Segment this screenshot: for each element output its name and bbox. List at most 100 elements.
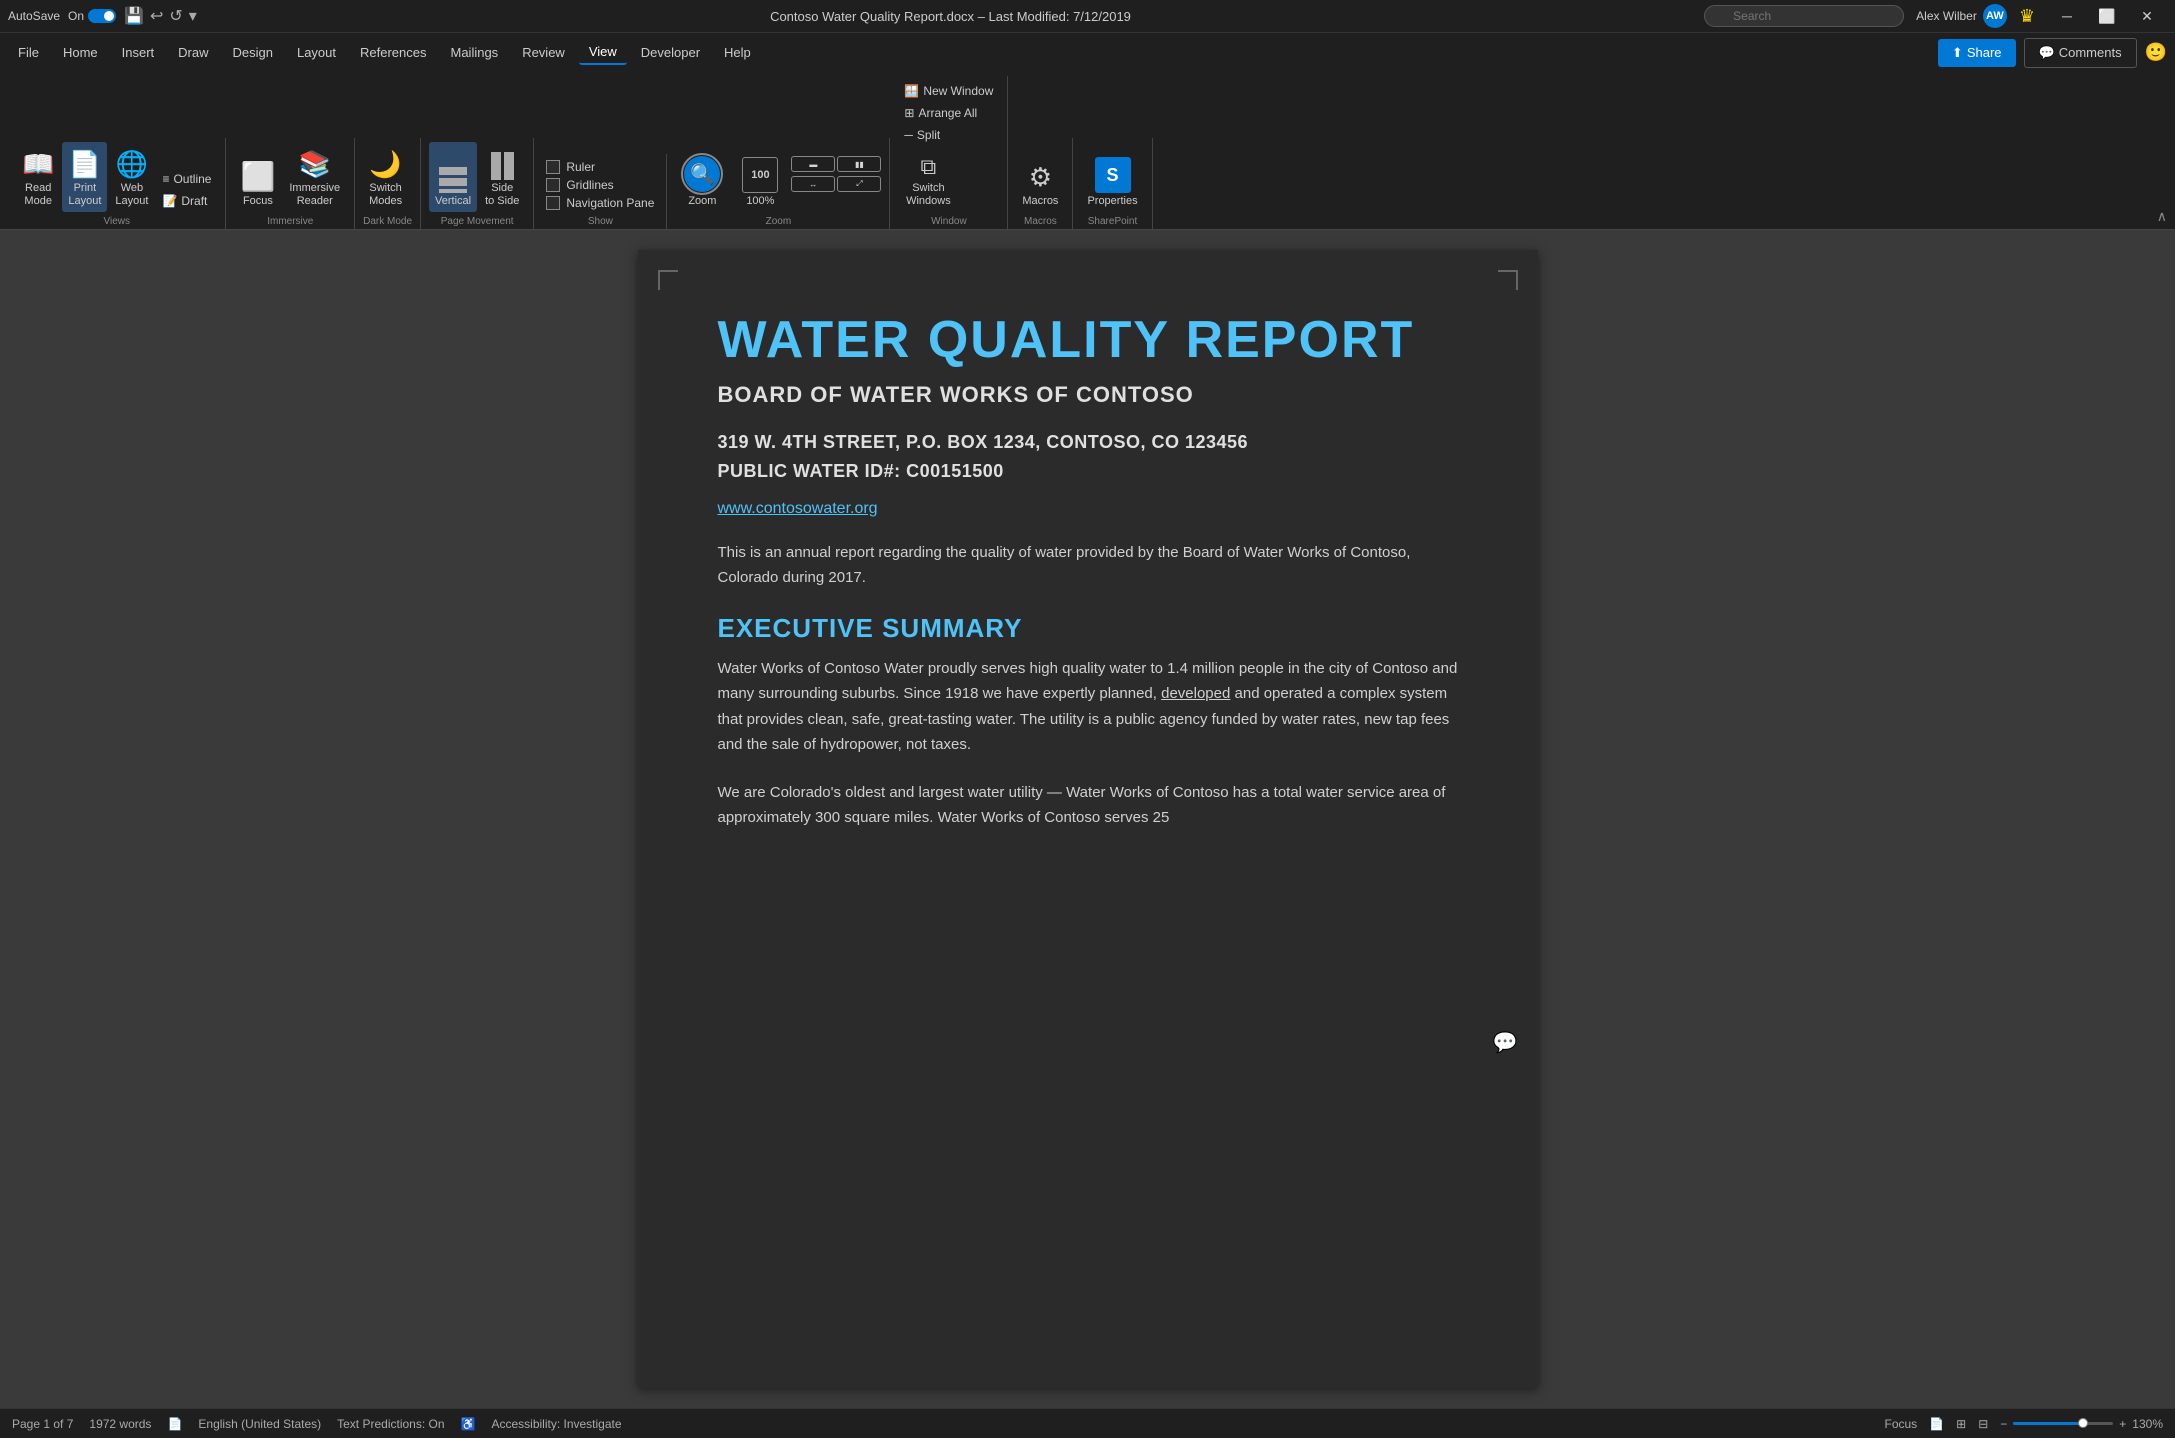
maximize-button[interactable]: ⬜ xyxy=(2087,0,2127,32)
undo-icon[interactable]: ↩ xyxy=(150,6,163,26)
window-group-label: Window xyxy=(898,216,999,227)
darkmode-label: Dark Mode xyxy=(363,216,412,227)
zoom-circle[interactable]: 🔍 xyxy=(681,153,723,195)
view-split-icon[interactable]: ⊟ xyxy=(1978,1417,1988,1431)
split-icon: ─ xyxy=(904,128,913,142)
menu-review[interactable]: Review xyxy=(512,41,575,64)
menu-help[interactable]: Help xyxy=(714,41,761,64)
ruler-checkbox[interactable]: Ruler xyxy=(542,158,599,176)
side-to-side-icon xyxy=(491,152,514,180)
properties-label: Properties xyxy=(1087,195,1137,208)
address-line2: PUBLIC WATER ID#: C00151500 xyxy=(718,457,1458,486)
premium-icon: ♛ xyxy=(2019,6,2035,27)
draft-button[interactable]: 📝 Draft xyxy=(156,190,217,212)
menu-mailings[interactable]: Mailings xyxy=(441,41,509,64)
accessibility-label: Accessibility: Investigate xyxy=(491,1417,621,1431)
navigation-pane-checkbox[interactable]: Navigation Pane xyxy=(542,194,658,212)
window-items: 🪟 New Window ⊞ Arrange All ─ Split ⧉ Swi… xyxy=(898,80,999,212)
zoom-button[interactable]: 🔍 Zoom xyxy=(675,142,729,212)
menu-file[interactable]: File xyxy=(8,41,49,64)
ribbon-group-sharepoint: S Properties SharePoint xyxy=(1073,138,1152,229)
zoom-grid-row1: ▬ ▮▮ xyxy=(791,156,881,172)
zoom-100-display: 100 xyxy=(751,169,769,181)
share-button[interactable]: ⬆ Share xyxy=(1938,39,2016,67)
autosave-toggle[interactable]: On xyxy=(68,9,116,23)
document-title: WATER QUALITY REPORT xyxy=(718,310,1458,370)
comment-bubble-icon[interactable]: 💬 xyxy=(1493,1030,1518,1055)
darkmode-items: 🌙 SwitchModes xyxy=(363,142,408,212)
menu-home[interactable]: Home xyxy=(53,41,108,64)
arrange-all-label: Arrange All xyxy=(918,106,977,120)
user-avatar[interactable]: AW xyxy=(1983,4,2007,28)
side-to-side-button[interactable]: Sideto Side xyxy=(479,142,525,212)
immersive-reader-button[interactable]: 📚 ImmersiveReader xyxy=(283,142,346,212)
zoom-slider[interactable]: − + 130% xyxy=(2000,1417,2163,1431)
user-info: Alex Wilber AW xyxy=(1916,4,2007,28)
macros-items: ⚙ Macros xyxy=(1016,142,1064,212)
minimize-button[interactable]: ─ xyxy=(2047,0,2087,32)
macros-button[interactable]: ⚙ Macros xyxy=(1016,142,1064,212)
exec-summary-p1: Water Works of Contoso Water proudly ser… xyxy=(718,656,1458,758)
document-address: 319 W. 4TH STREET, P.O. BOX 1234, CONTOS… xyxy=(718,428,1458,486)
arrange-all-button[interactable]: ⊞ Arrange All xyxy=(898,102,983,124)
ribbon-group-zoom: 🔍 Zoom 100 100% ▬ xyxy=(667,138,890,229)
macros-icon: ⚙ xyxy=(1029,162,1052,193)
draft-icon: 📝 xyxy=(162,194,177,208)
more-icon[interactable]: ▾ xyxy=(189,6,197,26)
ribbon-smile-icon[interactable]: 🙂 xyxy=(2145,42,2167,63)
print-layout-button[interactable]: 📄 PrintLayout xyxy=(62,142,107,212)
read-mode-button[interactable]: 📖 ReadMode xyxy=(16,142,60,212)
status-bar: Page 1 of 7 1972 words 📄 English (United… xyxy=(0,1408,2175,1438)
switch-windows-button[interactable]: ⧉ SwitchWindows xyxy=(898,150,958,212)
split-button[interactable]: ─ Split xyxy=(898,124,946,146)
one-page-button[interactable]: ▬ xyxy=(791,156,835,172)
focus-button[interactable]: ⬜ Focus xyxy=(234,142,281,212)
page-width-button[interactable]: ↔ xyxy=(791,176,835,192)
comments-button[interactable]: 💬 Comments xyxy=(2024,38,2137,68)
menu-references[interactable]: References xyxy=(350,41,436,64)
page-zoom-button[interactable]: ⤢ xyxy=(837,176,881,192)
save-icon[interactable]: 💾 xyxy=(124,6,144,26)
gridlines-label: Gridlines xyxy=(566,178,613,192)
menu-design[interactable]: Design xyxy=(223,41,283,64)
exec-summary-p2: We are Colorado's oldest and largest wat… xyxy=(718,780,1458,831)
ribbon-group-macros: ⚙ Macros Macros xyxy=(1008,138,1073,229)
menu-layout[interactable]: Layout xyxy=(287,41,346,64)
two-page-button[interactable]: ▮▮ xyxy=(837,156,881,172)
properties-button[interactable]: S Properties xyxy=(1081,142,1143,212)
switch-modes-button[interactable]: 🌙 SwitchModes xyxy=(363,142,408,212)
search-input[interactable] xyxy=(1704,5,1904,27)
comments-label: Comments xyxy=(2059,45,2122,60)
switch-modes-label: SwitchModes xyxy=(369,182,402,208)
ribbon-collapse-button[interactable]: ∧ xyxy=(2157,208,2167,225)
gridlines-checkbox[interactable]: Gridlines xyxy=(542,176,617,194)
zoom-grid-buttons: ▬ ▮▮ ↔ ⤢ xyxy=(791,156,881,212)
view-page-icon[interactable]: 📄 xyxy=(1929,1417,1944,1431)
new-window-button[interactable]: 🪟 New Window xyxy=(898,80,999,102)
redo-icon[interactable]: ↺ xyxy=(169,6,182,26)
close-button[interactable]: ✕ xyxy=(2127,0,2167,32)
menu-draw[interactable]: Draw xyxy=(168,41,218,64)
menu-insert[interactable]: Insert xyxy=(112,41,165,64)
vertical-button[interactable]: Vertical xyxy=(429,142,477,212)
switch-windows-icon: ⧉ xyxy=(921,154,937,180)
menu-developer[interactable]: Developer xyxy=(631,41,710,64)
two-page-icon: ▮▮ xyxy=(855,160,864,169)
zoom-in-icon[interactable]: + xyxy=(2119,1417,2126,1431)
zoom-thumb[interactable] xyxy=(2078,1418,2088,1428)
zoom-out-icon[interactable]: − xyxy=(2000,1417,2007,1431)
zoom-100-button[interactable]: 100 100% xyxy=(735,142,785,212)
zoom-100-label: 100% xyxy=(746,195,774,208)
web-layout-button[interactable]: 🌐 WebLayout xyxy=(109,142,154,212)
navigation-pane-label: Navigation Pane xyxy=(566,196,654,210)
document-website[interactable]: www.contosowater.org xyxy=(718,500,1458,518)
ribbon: 📖 ReadMode 📄 PrintLayout 🌐 WebLayout ≡ O… xyxy=(0,72,2175,230)
focus-button[interactable]: Focus xyxy=(1885,1417,1918,1431)
views-label: Views xyxy=(16,216,217,227)
autosave-pill[interactable] xyxy=(88,9,116,23)
view-grid-icon[interactable]: ⊞ xyxy=(1956,1417,1966,1431)
outline-button[interactable]: ≡ Outline xyxy=(156,168,217,190)
read-mode-label: ReadMode xyxy=(24,182,52,208)
menu-view[interactable]: View xyxy=(579,40,627,65)
sharepoint-group-label: SharePoint xyxy=(1081,216,1143,227)
